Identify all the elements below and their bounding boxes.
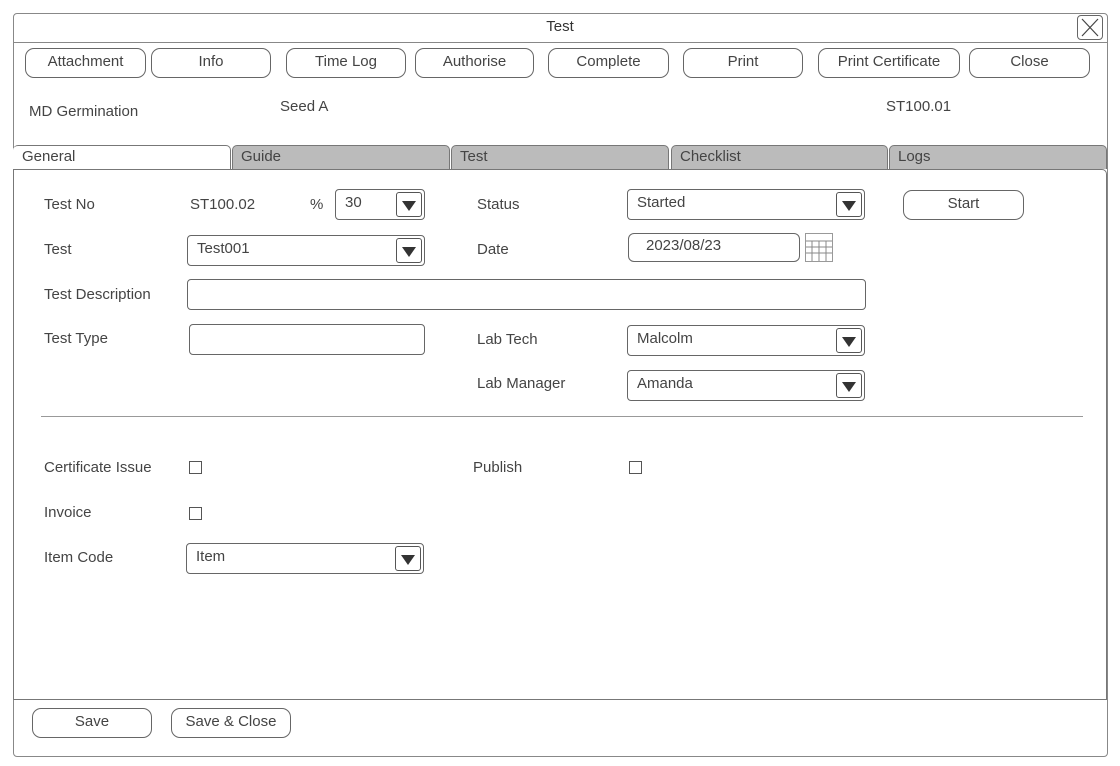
attachment-button[interactable]: Attachment bbox=[25, 48, 146, 78]
lab-manager-label: Lab Manager bbox=[477, 375, 566, 392]
certificate-issue-label: Certificate Issue bbox=[44, 459, 152, 476]
percent-dropdown[interactable]: 30 bbox=[335, 189, 425, 220]
tab-test[interactable]: Test bbox=[451, 145, 669, 169]
invoice-checkbox[interactable] bbox=[189, 507, 202, 520]
close-icon bbox=[1081, 18, 1099, 37]
publish-label: Publish bbox=[473, 459, 523, 476]
test-value: Test001 bbox=[197, 240, 250, 257]
print-certificate-button[interactable]: Print Certificate bbox=[818, 48, 960, 78]
close-button[interactable]: Close bbox=[969, 48, 1090, 78]
date-input[interactable]: 2023/08/23 bbox=[628, 233, 800, 262]
certificate-issue-checkbox[interactable] bbox=[189, 461, 202, 474]
print-button[interactable]: Print bbox=[683, 48, 803, 78]
tab-logs[interactable]: Logs bbox=[889, 145, 1107, 169]
test-description-input[interactable] bbox=[187, 279, 866, 310]
test-name: MD Germination bbox=[29, 103, 139, 120]
info-button[interactable]: Info bbox=[151, 48, 271, 78]
test-label: Test bbox=[44, 241, 72, 258]
chevron-down-icon[interactable] bbox=[396, 238, 422, 263]
publish-checkbox[interactable] bbox=[629, 461, 642, 474]
tab-guide[interactable]: Guide bbox=[232, 145, 450, 169]
test-description-label: Test Description bbox=[44, 286, 151, 303]
close-window-button[interactable] bbox=[1077, 15, 1103, 40]
lab-tech-label: Lab Tech bbox=[477, 331, 538, 348]
test-type-label: Test Type bbox=[44, 330, 108, 347]
tab-general[interactable]: General bbox=[13, 145, 231, 169]
general-panel bbox=[13, 169, 1107, 700]
sample-code: ST100.01 bbox=[886, 98, 952, 115]
test-dropdown[interactable]: Test001 bbox=[187, 235, 425, 266]
chevron-down-icon[interactable] bbox=[836, 328, 862, 353]
invoice-label: Invoice bbox=[44, 504, 92, 521]
start-button[interactable]: Start bbox=[903, 190, 1024, 220]
lab-tech-dropdown[interactable]: Malcolm bbox=[627, 325, 865, 356]
lab-tech-value: Malcolm bbox=[637, 330, 693, 347]
date-label: Date bbox=[477, 241, 509, 258]
seed-name: Seed A bbox=[280, 98, 329, 115]
chevron-down-icon[interactable] bbox=[396, 192, 422, 217]
test-no-label: Test No bbox=[44, 196, 95, 213]
chevron-down-icon[interactable] bbox=[836, 192, 862, 217]
chevron-down-icon[interactable] bbox=[395, 546, 421, 571]
authorise-button[interactable]: Authorise bbox=[415, 48, 534, 78]
lab-manager-value: Amanda bbox=[637, 375, 693, 392]
item-code-value: Item bbox=[196, 548, 226, 565]
item-code-dropdown[interactable]: Item bbox=[186, 543, 424, 574]
time-log-button[interactable]: Time Log bbox=[286, 48, 406, 78]
save-button[interactable]: Save bbox=[32, 708, 152, 738]
percent-label: % bbox=[310, 196, 324, 213]
test-no-value: ST100.02 bbox=[190, 196, 256, 213]
tab-checklist[interactable]: Checklist bbox=[671, 145, 888, 169]
section-divider bbox=[41, 416, 1083, 417]
chevron-down-icon[interactable] bbox=[836, 373, 862, 398]
lab-manager-dropdown[interactable]: Amanda bbox=[627, 370, 865, 401]
percent-value: 30 bbox=[345, 194, 362, 211]
item-code-label: Item Code bbox=[44, 549, 114, 566]
complete-button[interactable]: Complete bbox=[548, 48, 669, 78]
status-value: Started bbox=[637, 194, 686, 211]
calendar-icon[interactable] bbox=[805, 233, 833, 262]
status-dropdown[interactable]: Started bbox=[627, 189, 865, 220]
status-label: Status bbox=[477, 196, 520, 213]
save-and-close-button[interactable]: Save & Close bbox=[171, 708, 291, 738]
dialog-title: Test bbox=[13, 13, 1107, 43]
test-type-input[interactable] bbox=[189, 324, 425, 355]
